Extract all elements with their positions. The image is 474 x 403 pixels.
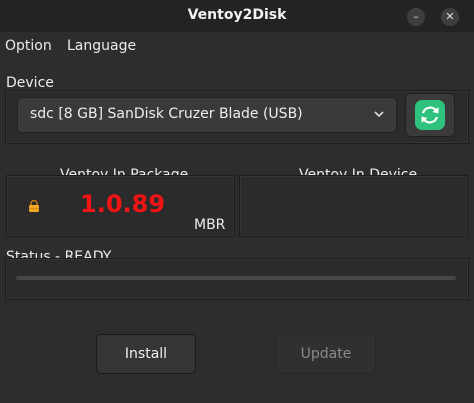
device-select[interactable]: sdc [8 GB] SanDisk Cruzer Blade (USB) xyxy=(17,97,397,133)
device-select-value: sdc [8 GB] SanDisk Cruzer Blade (USB) xyxy=(30,106,303,122)
menu-option[interactable]: Option xyxy=(5,38,52,54)
package-version: 1.0.89 xyxy=(80,190,166,218)
package-partition-style: MBR xyxy=(194,217,226,233)
title-bar: Ventoy2Disk – ✕ xyxy=(0,0,474,32)
chevron-down-icon xyxy=(374,111,384,118)
refresh-button[interactable] xyxy=(405,93,455,137)
install-button[interactable]: Install xyxy=(96,334,196,374)
window-title: Ventoy2Disk xyxy=(187,7,287,23)
menu-bar: Option Language xyxy=(0,32,474,60)
device-version-frame xyxy=(239,175,468,237)
close-icon[interactable]: ✕ xyxy=(441,8,459,26)
menu-language[interactable]: Language xyxy=(67,38,136,54)
lock-icon xyxy=(29,199,39,212)
device-label: Device xyxy=(6,75,54,91)
minimize-icon[interactable]: – xyxy=(407,8,425,26)
refresh-icon xyxy=(415,100,445,130)
progress-bar xyxy=(16,276,456,280)
update-button[interactable]: Update xyxy=(276,334,376,374)
